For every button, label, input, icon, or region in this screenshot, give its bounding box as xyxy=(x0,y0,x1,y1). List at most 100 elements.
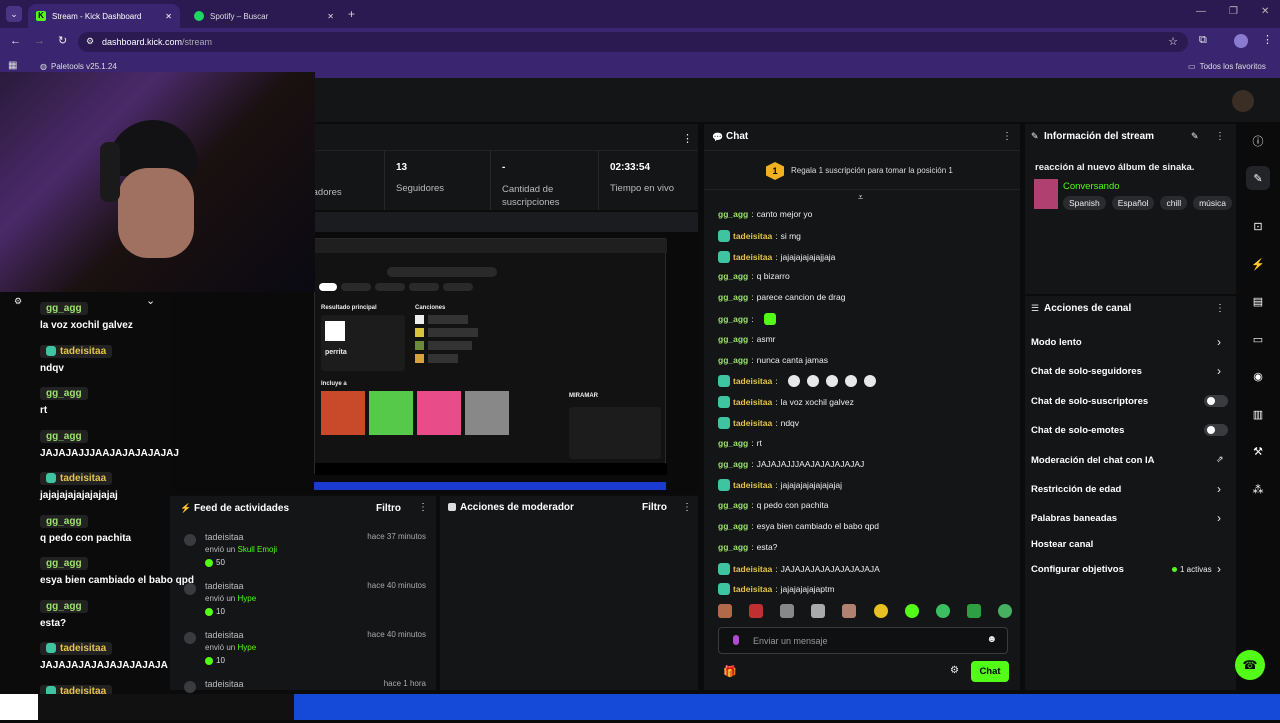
chevron-right-icon[interactable]: › xyxy=(1217,364,1221,378)
setting-followers-only[interactable]: Chat de solo-seguidores xyxy=(1031,366,1142,377)
panel-menu-icon[interactable]: ⋮ xyxy=(418,502,428,513)
apps-icon[interactable]: ▦ xyxy=(8,60,17,71)
tag-chip[interactable]: Español xyxy=(1111,196,1155,210)
chat-username[interactable]: gg_agg xyxy=(718,521,748,531)
bookmark-star-icon[interactable]: ☆ xyxy=(1168,35,1178,48)
url-field[interactable]: ⚙ dashboard.kick.com/stream ☆ xyxy=(78,32,1188,52)
edit-icon[interactable]: ✎ xyxy=(1191,131,1199,142)
panel-menu-icon[interactable]: ⋮ xyxy=(682,502,692,513)
chat-settings-icon[interactable]: ⚙ xyxy=(950,665,959,676)
edit-stream-icon[interactable]: ✎ xyxy=(1246,166,1270,190)
restore-icon[interactable]: ❐ xyxy=(1229,6,1238,17)
external-link-icon[interactable]: ⇗ xyxy=(1216,454,1224,465)
emote-icon[interactable] xyxy=(749,604,764,618)
category-name[interactable]: Conversando xyxy=(1063,181,1120,192)
gift-icon[interactable]: 🎁 xyxy=(723,665,737,678)
panel-menu-icon[interactable]: ⋮ xyxy=(1002,131,1012,142)
chat-username[interactable]: gg_agg xyxy=(718,209,748,219)
chat-username[interactable]: tadeisitaa xyxy=(733,252,772,262)
chat-username[interactable]: tadeisitaa xyxy=(733,231,772,241)
overlay-collapse-icon[interactable]: ⌄ xyxy=(146,294,155,307)
chat-username[interactable]: gg_agg xyxy=(718,334,748,344)
close-icon[interactable]: ✕ xyxy=(327,12,334,21)
site-info-icon[interactable]: ⚙ xyxy=(86,36,94,47)
emote-icon[interactable] xyxy=(718,604,732,618)
emote-icon[interactable] xyxy=(904,604,919,618)
collapse-icon[interactable]: ⩡ xyxy=(858,192,863,203)
emote-icon[interactable] xyxy=(935,604,950,618)
subscribers-only-toggle[interactable] xyxy=(1204,395,1228,407)
chat-username[interactable]: tadeisitaa xyxy=(733,584,772,594)
chat-username[interactable]: gg_agg xyxy=(718,355,748,365)
info-icon[interactable]: ⓘ xyxy=(1246,129,1270,153)
broadcast-icon[interactable]: ◉ xyxy=(1246,364,1270,388)
layout-icon[interactable]: ▥ xyxy=(1246,402,1270,426)
reload-icon[interactable]: ↻ xyxy=(58,34,67,47)
activity-item[interactable]: tadeisitaa hace 40 minutos envió un Hype 10 xyxy=(180,577,430,625)
setting-age-restriction[interactable]: Restricción de edad xyxy=(1031,484,1121,495)
setting-emotes-only[interactable]: Chat de solo-emotes xyxy=(1031,425,1124,436)
close-icon[interactable]: ✕ xyxy=(165,12,172,21)
profile-avatar[interactable] xyxy=(1234,34,1248,48)
capture-icon[interactable]: ⊡ xyxy=(1246,214,1270,238)
chat-username[interactable]: gg_agg xyxy=(718,292,748,302)
back-icon[interactable]: ← xyxy=(10,35,21,47)
moderator-filter-button[interactable]: Filtro xyxy=(642,502,667,513)
chat-username[interactable]: gg_agg xyxy=(718,438,748,448)
extensions-icon[interactable]: ⧉ xyxy=(1199,34,1207,47)
pinned-gift-banner[interactable]: 1 Regala 1 suscripción para tomar la pos… xyxy=(704,150,1020,190)
chat-username[interactable]: tadeisitaa xyxy=(733,480,772,490)
chat-username[interactable]: tadeisitaa xyxy=(733,376,772,386)
chat-send-button[interactable]: Chat xyxy=(971,661,1009,682)
all-favorites[interactable]: ▭ Todos los favoritos xyxy=(1188,62,1266,71)
chat-username[interactable]: gg_agg xyxy=(718,314,748,324)
tag-chip[interactable]: música xyxy=(1193,196,1233,210)
chat-input[interactable]: Enviar un mensaje ☻ xyxy=(718,627,1008,654)
emote-icon[interactable] xyxy=(811,604,826,618)
overlay-settings-icon[interactable]: ⚙ xyxy=(14,296,22,307)
bookmark-paletools[interactable]: ◍ Paletools v25.1.24 xyxy=(40,62,117,71)
emote-icon[interactable] xyxy=(997,604,1012,618)
emote-icon[interactable] xyxy=(780,604,795,618)
activity-item[interactable]: tadeisitaa hace 40 minutos envió un Hype 10 xyxy=(180,626,430,674)
chevron-right-icon[interactable]: › xyxy=(1217,335,1221,349)
clipboard-icon[interactable]: ▤ xyxy=(1246,289,1270,313)
chat-username[interactable]: gg_agg xyxy=(718,271,748,281)
chat-username[interactable]: tadeisitaa xyxy=(733,397,772,407)
setting-banned-words[interactable]: Palabras baneadas xyxy=(1031,513,1117,524)
panel-menu-icon[interactable]: ⋮ xyxy=(1215,303,1225,314)
setting-goals[interactable]: Configurar objetivos xyxy=(1031,564,1124,575)
tag-chip[interactable]: chill xyxy=(1160,196,1188,210)
panel-menu-icon[interactable]: ⋮ xyxy=(682,132,693,145)
chat-username[interactable]: gg_agg xyxy=(718,542,748,552)
chevron-right-icon[interactable]: › xyxy=(1217,511,1221,525)
minimize-icon[interactable]: — xyxy=(1196,6,1206,17)
setting-slow-mode[interactable]: Modo lento xyxy=(1031,337,1082,348)
wrench-icon[interactable]: ⚒ xyxy=(1246,439,1270,463)
emote-icon[interactable] xyxy=(842,604,857,618)
more-menu-icon[interactable]: ⋮ xyxy=(1262,33,1273,46)
forward-icon[interactable]: → xyxy=(34,35,45,47)
setting-host-channel[interactable]: Hostear canal xyxy=(1031,539,1093,550)
tab-spotify[interactable]: Spotify – Buscar ✕ xyxy=(186,4,342,28)
chat-username[interactable]: tadeisitaa xyxy=(733,418,772,428)
flash-icon[interactable]: ⚡ xyxy=(1246,252,1270,276)
activity-filter-button[interactable]: Filtro xyxy=(376,503,401,514)
tag-chip[interactable]: Spanish xyxy=(1063,196,1106,210)
window-close-icon[interactable]: ✕ xyxy=(1261,6,1269,17)
tab-kick-dashboard[interactable]: K Stream - Kick Dashboard ✕ xyxy=(28,4,180,28)
emotes-only-toggle[interactable] xyxy=(1204,424,1228,436)
chevron-right-icon[interactable]: › xyxy=(1217,482,1221,496)
chat-icon[interactable]: ▭ xyxy=(1246,327,1270,351)
new-tab-icon[interactable]: + xyxy=(348,7,355,21)
setting-subscribers-only[interactable]: Chat de solo-suscriptores xyxy=(1031,396,1148,407)
setting-ai-moderation[interactable]: Moderación del chat con IA xyxy=(1031,455,1155,466)
microphone-icon[interactable] xyxy=(733,635,739,645)
tab-menu-button[interactable]: ⌄ xyxy=(6,6,22,22)
emote-icon[interactable] xyxy=(966,604,981,618)
chevron-right-icon[interactable]: › xyxy=(1217,562,1221,576)
user-avatar[interactable] xyxy=(1232,90,1254,112)
emoji-icon[interactable]: ☻ xyxy=(986,634,997,645)
activity-item[interactable]: tadeisitaa hace 37 minutos envió un Skull … xyxy=(180,528,430,576)
panel-menu-icon[interactable]: ⋮ xyxy=(1215,131,1225,142)
